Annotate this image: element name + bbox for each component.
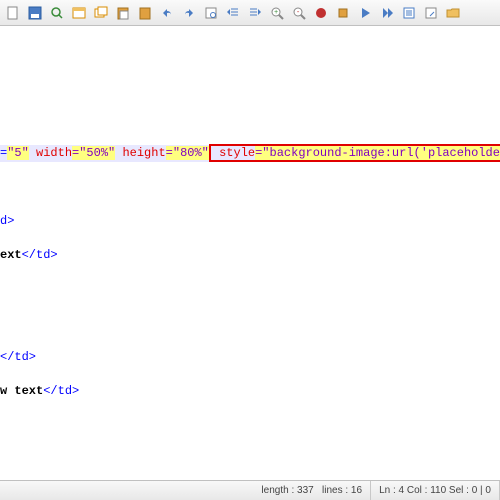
play-icon[interactable] <box>356 4 374 22</box>
window-icon[interactable] <box>70 4 88 22</box>
skip-icon[interactable] <box>378 4 396 22</box>
search-icon[interactable] <box>202 4 220 22</box>
status-length: length : 337 lines : 16 <box>253 481 371 500</box>
undo-icon[interactable] <box>158 4 176 22</box>
record-icon[interactable] <box>312 4 330 22</box>
code-line: ext</td> <box>0 247 500 264</box>
paste-icon[interactable] <box>114 4 132 22</box>
open-icon[interactable] <box>422 4 440 22</box>
zoom-out-icon[interactable]: - <box>290 4 308 22</box>
code-line: </td> <box>0 349 500 366</box>
save-icon[interactable] <box>26 4 44 22</box>
zoom-in-icon[interactable]: + <box>268 4 286 22</box>
indent-right-icon[interactable] <box>246 4 264 22</box>
code-line: d> <box>0 213 500 230</box>
toolbar: + - <box>0 0 500 26</box>
code-line <box>0 281 500 298</box>
code-line: w text</td> <box>0 383 500 400</box>
redo-icon[interactable] <box>180 4 198 22</box>
code-line <box>0 77 500 94</box>
status-bar: length : 337 lines : 16 Ln : 4 Col : 110… <box>0 480 500 500</box>
code-line <box>0 179 500 196</box>
code-line <box>0 43 500 60</box>
code-line <box>0 315 500 332</box>
stop-icon[interactable] <box>334 4 352 22</box>
code-line-highlighted: ="5" width="50%" height="80%" style="bac… <box>0 145 500 162</box>
new-icon[interactable] <box>4 4 22 22</box>
status-position: Ln : 4 Col : 110 Sel : 0 | 0 <box>371 481 500 500</box>
folder-icon[interactable] <box>444 4 462 22</box>
code-line <box>0 111 500 128</box>
find-icon[interactable] <box>48 4 66 22</box>
code-editor[interactable]: ="5" width="50%" height="80%" style="bac… <box>0 26 500 417</box>
windows-icon[interactable] <box>92 4 110 22</box>
cut-icon[interactable] <box>136 4 154 22</box>
svg-text:-: - <box>296 9 300 17</box>
highlighted-style-attribute: style="background-image:url('placeholder… <box>209 144 500 162</box>
indent-left-icon[interactable] <box>224 4 242 22</box>
svg-text:+: + <box>274 9 278 17</box>
list-icon[interactable] <box>400 4 418 22</box>
